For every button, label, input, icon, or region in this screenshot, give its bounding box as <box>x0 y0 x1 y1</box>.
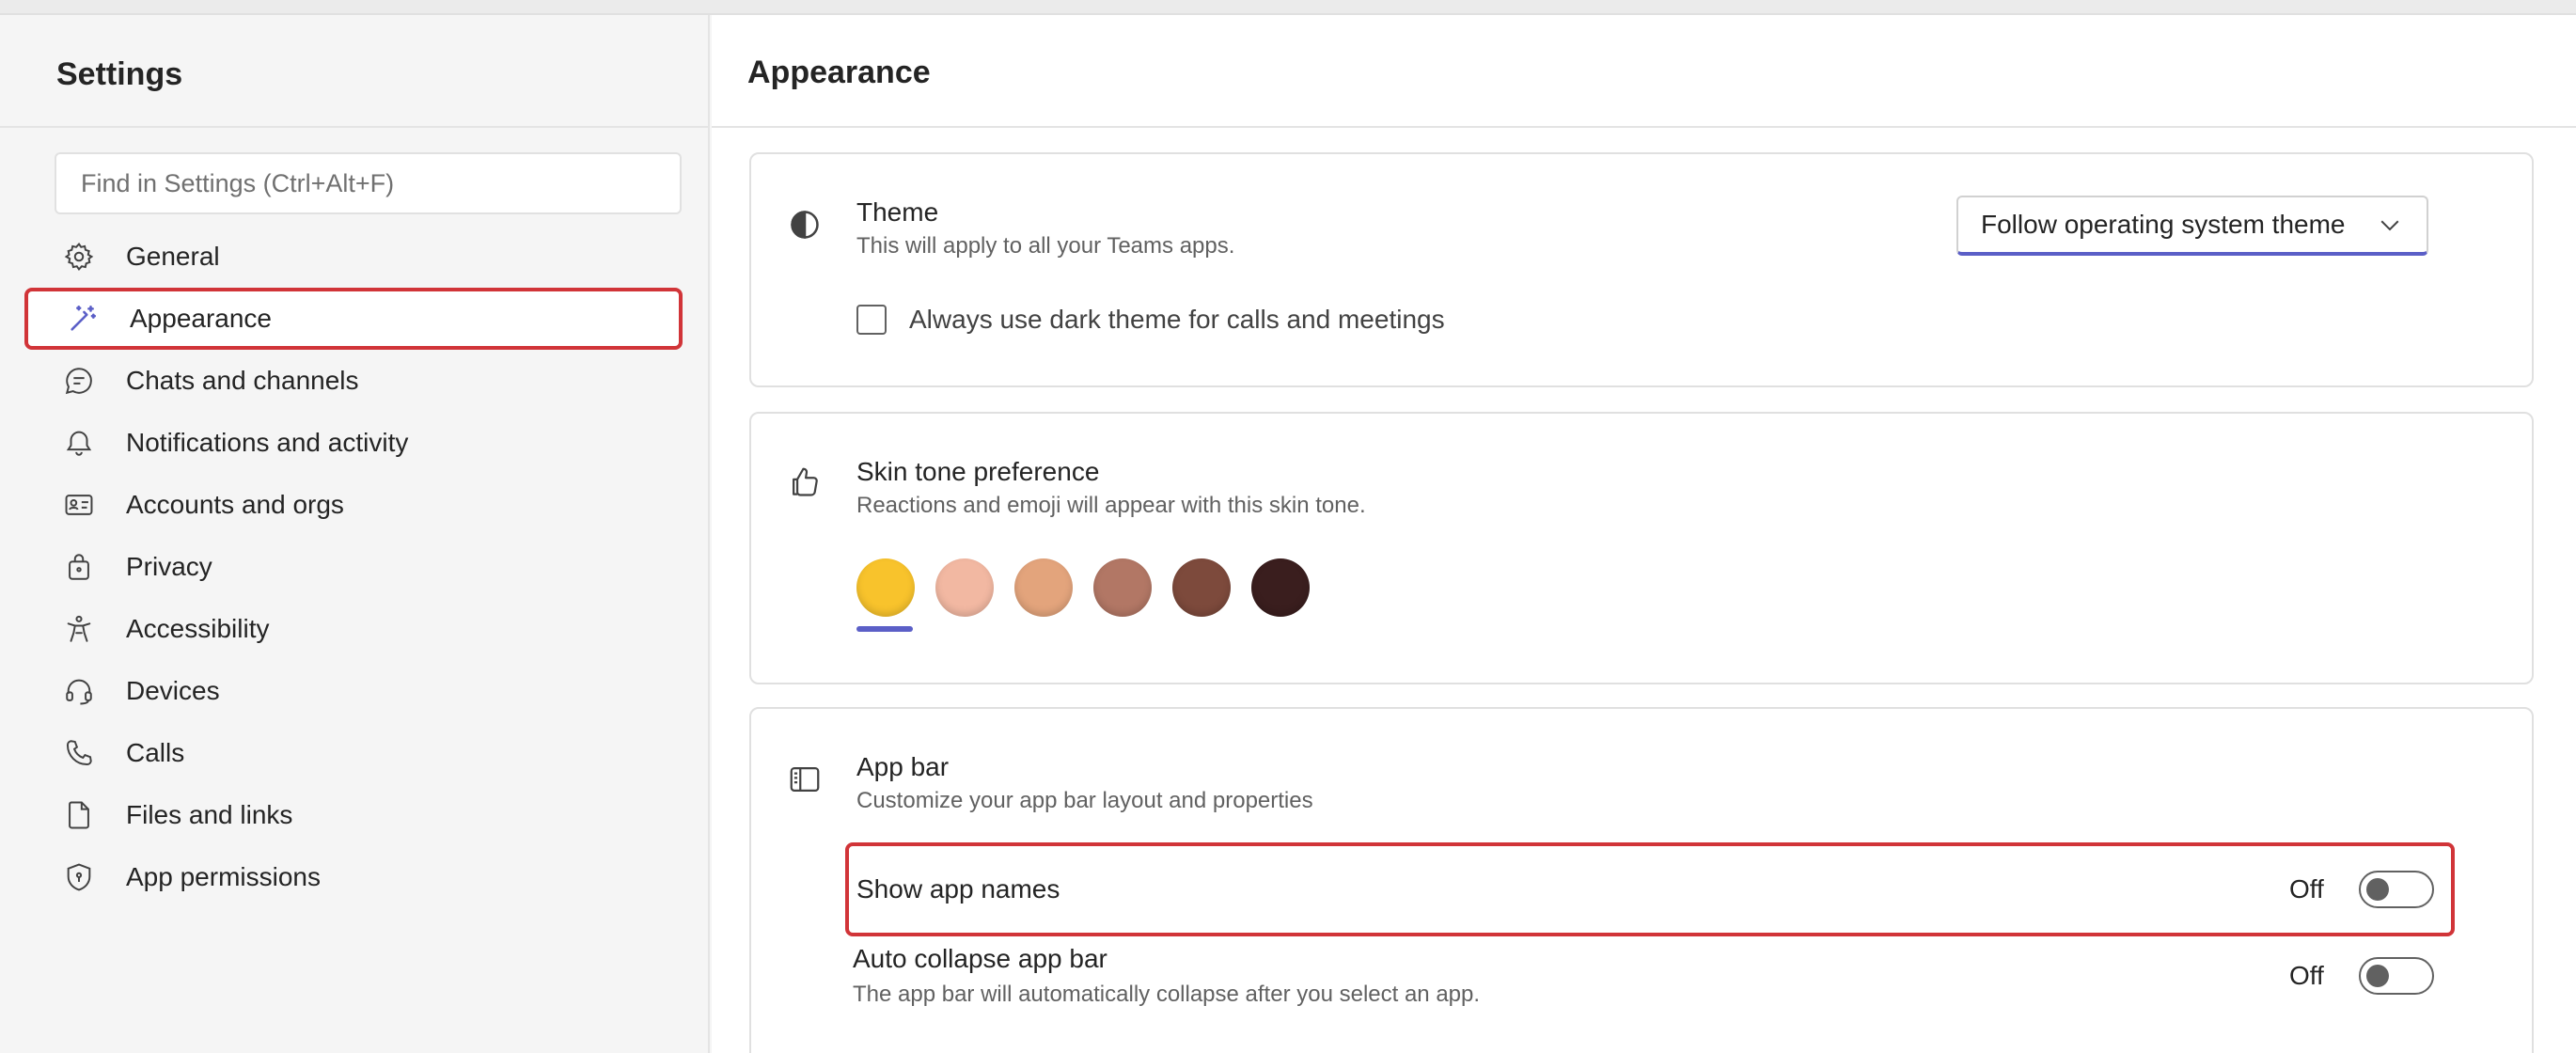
toggle-knob <box>2366 965 2389 987</box>
theme-title: Theme <box>856 197 939 227</box>
skin-tone-option[interactable] <box>1093 558 1172 634</box>
toggle-knob <box>2366 878 2389 901</box>
theme-dropdown[interactable]: Follow operating system theme <box>1956 196 2428 256</box>
sidebar-item-label: Appearance <box>130 304 273 333</box>
accessibility-icon <box>62 612 96 646</box>
page-title: Appearance <box>747 55 931 90</box>
app-bar-card: App bar Customize your app bar layout an… <box>749 707 2534 1053</box>
skin-tone-swatch[interactable] <box>1251 558 1310 617</box>
selected-indicator <box>856 626 913 632</box>
show-app-names-toggle[interactable] <box>2359 871 2434 908</box>
magic-wand-icon <box>66 302 100 336</box>
settings-main: Appearance Theme This will apply to all … <box>712 15 2576 1053</box>
auto-collapse-label: Auto collapse app bar <box>853 944 1107 973</box>
sidebar-item-chats-and-channels[interactable]: Chats and channels <box>24 350 683 412</box>
chevron-down-icon <box>2376 211 2404 239</box>
sidebar-item-label: Calls <box>126 738 185 767</box>
sidebar-title: Settings <box>56 56 183 92</box>
sidebar-item-app-permissions[interactable]: App permissions <box>24 846 683 908</box>
settings-nav: General Appearance Chats and channels No… <box>24 226 683 908</box>
auto-collapse-toggle[interactable] <box>2359 957 2434 995</box>
sidebar-header: Settings <box>0 15 708 128</box>
sidebar-item-label: Files and links <box>126 800 293 829</box>
skin-tone-option[interactable] <box>1014 558 1093 634</box>
show-app-names-row: Show app names Off <box>845 842 2455 936</box>
lock-bag-icon <box>62 550 96 584</box>
show-app-names-label: Show app names <box>856 874 1060 904</box>
settings-search-input[interactable] <box>55 152 682 214</box>
shield-icon <box>62 860 96 894</box>
sidebar-item-accessibility[interactable]: Accessibility <box>24 598 683 660</box>
skin-tone-option[interactable] <box>1251 558 1330 634</box>
gear-icon <box>62 240 96 274</box>
theme-card: Theme This will apply to all your Teams … <box>749 152 2534 387</box>
settings-sidebar: Settings General Appearance Chats and ch… <box>0 15 710 1053</box>
skin-tone-title: Skin tone preference <box>856 457 1100 486</box>
document-icon <box>62 798 96 832</box>
skin-tone-card: Skin tone preference Reactions and emoji… <box>749 412 2534 684</box>
sidebar-item-general[interactable]: General <box>24 226 683 288</box>
phone-icon <box>62 736 96 770</box>
skin-tone-option[interactable] <box>1172 558 1251 634</box>
sidebar-item-label: Devices <box>126 676 220 705</box>
sidebar-item-calls[interactable]: Calls <box>24 722 683 784</box>
sidebar-item-label: Notifications and activity <box>126 428 409 457</box>
dark-calls-checkbox-label: Always use dark theme for calls and meet… <box>909 305 1445 334</box>
sidebar-item-files-and-links[interactable]: Files and links <box>24 784 683 846</box>
bell-icon <box>62 426 96 460</box>
dark-calls-checkbox[interactable] <box>856 305 887 335</box>
skin-tone-description: Reactions and emoji will appear with thi… <box>856 493 1366 518</box>
dark-calls-checkbox-row[interactable]: Always use dark theme for calls and meet… <box>856 305 1445 335</box>
theme-dropdown-value: Follow operating system theme <box>1981 210 2346 239</box>
sidebar-item-privacy[interactable]: Privacy <box>24 536 683 598</box>
skin-tone-swatch[interactable] <box>935 558 994 617</box>
sidebar-item-appearance[interactable]: Appearance <box>24 288 683 350</box>
contact-card-icon <box>62 488 96 522</box>
skin-tone-swatches <box>856 558 1330 634</box>
sidebar-item-notifications-and-activity[interactable]: Notifications and activity <box>24 412 683 474</box>
app-bar-icon <box>787 762 825 799</box>
contrast-icon <box>787 207 825 244</box>
skin-tone-option[interactable] <box>856 558 935 634</box>
thumbs-up-icon <box>787 464 825 502</box>
sidebar-item-label: Accessibility <box>126 614 270 643</box>
sidebar-item-label: Chats and channels <box>126 366 359 395</box>
main-header: Appearance <box>712 15 2576 128</box>
skin-tone-swatch[interactable] <box>856 558 915 617</box>
theme-description: This will apply to all your Teams apps. <box>856 233 1235 259</box>
skin-tone-swatch[interactable] <box>1172 558 1231 617</box>
show-app-names-state: Off <box>2289 874 2324 904</box>
headset-icon <box>62 674 96 708</box>
sidebar-item-label: Privacy <box>126 552 212 581</box>
sidebar-item-label: Accounts and orgs <box>126 490 344 519</box>
auto-collapse-row: Auto collapse app bar The app bar will a… <box>845 944 2455 1038</box>
sidebar-item-label: App permissions <box>126 862 321 891</box>
skin-tone-swatch[interactable] <box>1014 558 1073 617</box>
skin-tone-swatch[interactable] <box>1093 558 1152 617</box>
skin-tone-option[interactable] <box>935 558 1014 634</box>
auto-collapse-description: The app bar will automatically collapse … <box>853 982 1481 1007</box>
sidebar-item-devices[interactable]: Devices <box>24 660 683 722</box>
chat-icon <box>62 364 96 398</box>
app-bar-description: Customize your app bar layout and proper… <box>856 788 1313 813</box>
auto-collapse-state: Off <box>2289 961 2324 990</box>
app-bar-title: App bar <box>856 752 950 781</box>
sidebar-item-label: General <box>126 242 220 271</box>
window-top-strip <box>0 0 2576 15</box>
sidebar-item-accounts-and-orgs[interactable]: Accounts and orgs <box>24 474 683 536</box>
